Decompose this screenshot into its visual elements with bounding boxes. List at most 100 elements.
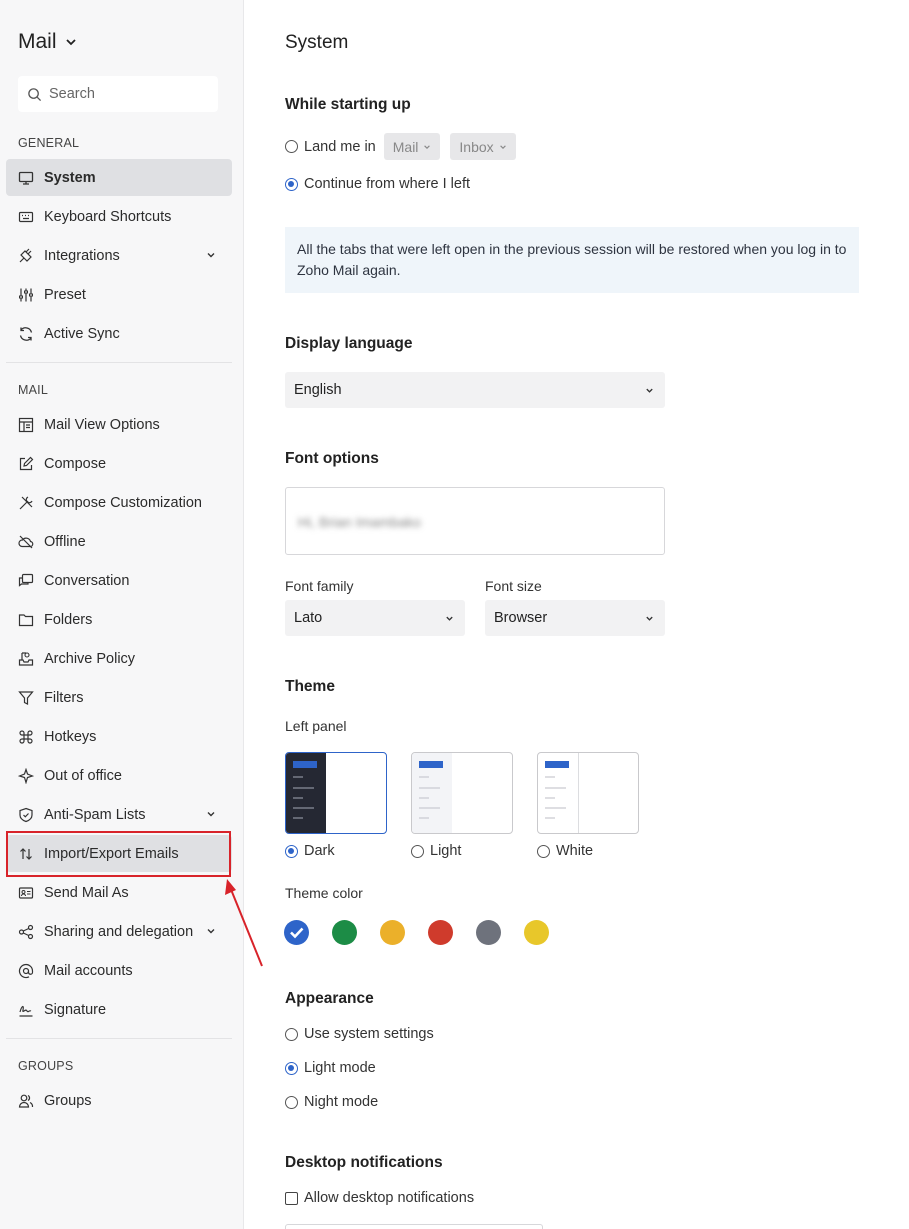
panel-option-light[interactable]: Light xyxy=(411,843,461,859)
sidebar-item-send-mail-as[interactable]: Send Mail As xyxy=(6,874,232,911)
search-input[interactable]: Search xyxy=(18,76,218,112)
light-label: Light xyxy=(430,843,462,859)
sidebar-item-mail-accounts[interactable]: Mail accounts xyxy=(6,952,232,989)
land-me-in-radio[interactable] xyxy=(285,140,298,153)
sidebar-item-label: Mail View Options xyxy=(44,416,160,433)
sidebar-item-sharing-and-delegation[interactable]: Sharing and delegation xyxy=(6,913,232,950)
sidebar-item-label: Keyboard Shortcuts xyxy=(44,208,172,225)
contact-card-icon xyxy=(18,885,34,901)
sidebar-item-integrations[interactable]: Integrations xyxy=(6,237,232,274)
light-mode-radio[interactable] xyxy=(285,1061,298,1075)
theme-color-swatch-green[interactable] xyxy=(332,920,357,945)
theme-color-swatch-orange[interactable] xyxy=(380,920,405,945)
panel-thumb-light[interactable] xyxy=(411,752,513,834)
white-label: White xyxy=(556,843,594,859)
sidebar-item-label: Folders xyxy=(44,611,93,628)
app-switcher[interactable]: Mail xyxy=(18,30,77,54)
sidebar-item-active-sync[interactable]: Active Sync xyxy=(6,315,232,352)
font-size-select[interactable]: Browser xyxy=(485,600,665,636)
appearance-option-night[interactable]: Night mode xyxy=(285,1094,378,1110)
chevron-down-icon[interactable] xyxy=(206,926,216,936)
sidebar-item-keyboard-shortcuts[interactable]: Keyboard Shortcuts xyxy=(6,198,232,235)
sidebar-item-offline[interactable]: Offline xyxy=(6,523,232,560)
sidebar-item-filters[interactable]: Filters xyxy=(6,679,232,716)
keyboard-icon xyxy=(18,209,34,225)
sidebar-item-label: Send Mail As xyxy=(44,884,129,901)
startup-option-land[interactable]: Land me in Mail Inbox xyxy=(285,133,516,160)
dark-radio[interactable] xyxy=(285,844,298,858)
allow-notifications-checkbox[interactable] xyxy=(285,1191,298,1205)
plug-icon xyxy=(18,248,34,264)
sidebar-item-label: Out of office xyxy=(44,767,122,784)
theme-color-swatch-red[interactable] xyxy=(428,920,453,945)
sync-icon xyxy=(18,326,34,342)
theme-heading: Theme xyxy=(285,678,335,695)
night-mode-radio[interactable] xyxy=(285,1095,298,1109)
light-mode-label: Light mode xyxy=(304,1060,376,1076)
notification-sound-select[interactable] xyxy=(285,1224,543,1229)
sidebar-item-folders[interactable]: Folders xyxy=(6,601,232,638)
light-radio[interactable] xyxy=(411,844,424,858)
sidebar-item-label: Compose xyxy=(44,455,107,472)
chevron-down-icon xyxy=(424,144,431,149)
search-icon xyxy=(28,87,42,101)
sidebar-item-anti-spam-lists[interactable]: Anti-Spam Lists xyxy=(6,796,232,833)
font-family-label: Font family xyxy=(285,578,354,594)
layout-icon xyxy=(18,417,34,433)
sidebar-item-out-of-office[interactable]: Out of office xyxy=(6,757,232,794)
light-panel-preview xyxy=(412,753,452,833)
sidebar-item-signature[interactable]: Signature xyxy=(6,991,232,1028)
sidebar-item-groups[interactable]: Groups xyxy=(6,1082,232,1119)
sidebar-item-conversation[interactable]: Conversation xyxy=(6,562,232,599)
land-folder-select[interactable]: Inbox xyxy=(450,133,516,160)
theme-color-swatch-gray[interactable] xyxy=(476,920,501,945)
panel-option-white[interactable]: White xyxy=(537,843,593,859)
theme-color-label: Theme color xyxy=(285,885,363,901)
sidebar-item-archive-policy[interactable]: Archive Policy xyxy=(6,640,232,677)
sidebar-item-label: Integrations xyxy=(44,247,120,264)
shield-icon xyxy=(18,807,34,823)
sidebar-item-system[interactable]: System xyxy=(6,159,232,196)
display-language-heading: Display language xyxy=(285,335,413,352)
monitor-icon xyxy=(18,170,34,186)
font-size-label: Font size xyxy=(485,578,542,594)
panel-thumb-dark[interactable] xyxy=(285,752,387,834)
appearance-option-system[interactable]: Use system settings xyxy=(285,1026,434,1042)
chevron-down-icon[interactable] xyxy=(206,250,216,260)
language-select[interactable]: English xyxy=(285,372,665,408)
dark-panel-preview xyxy=(286,753,326,833)
theme-color-swatch-blue[interactable] xyxy=(284,920,309,945)
appearance-option-light[interactable]: Light mode xyxy=(285,1060,376,1076)
sidebar-item-compose[interactable]: Compose xyxy=(6,445,232,482)
sidebar-item-compose-customization[interactable]: Compose Customization xyxy=(6,484,232,521)
desktop-notifications-option[interactable]: Allow desktop notifications xyxy=(285,1190,474,1206)
continue-label: Continue from where I left xyxy=(304,176,471,192)
sidebar-item-preset[interactable]: Preset xyxy=(6,276,232,313)
sidebar-item-label: Groups xyxy=(44,1092,92,1109)
land-app-select[interactable]: Mail xyxy=(383,133,441,160)
chevron-down-icon[interactable] xyxy=(206,809,216,819)
chevron-down-icon xyxy=(499,144,506,149)
sidebar-item-mail-view-options[interactable]: Mail View Options xyxy=(6,406,232,443)
edit-icon xyxy=(18,456,34,472)
startup-option-continue[interactable]: Continue from where I left xyxy=(285,176,470,192)
chevron-down-icon xyxy=(646,616,653,621)
share-icon xyxy=(18,924,34,940)
sidebar-item-label: Anti-Spam Lists xyxy=(44,806,146,823)
continue-radio[interactable] xyxy=(285,177,298,191)
panel-thumb-white[interactable] xyxy=(537,752,639,834)
system-settings-label: Use system settings xyxy=(304,1026,434,1042)
sidebar-item-hotkeys[interactable]: Hotkeys xyxy=(6,718,232,755)
users-icon xyxy=(18,1093,34,1109)
settings-sidebar: Mail Search GENERAL System Keyboard Shor… xyxy=(0,0,244,1229)
theme-color-swatch-yellow[interactable] xyxy=(524,920,549,945)
archive-icon xyxy=(18,651,34,667)
land-app-value: Mail xyxy=(392,138,419,155)
allow-notifications-label: Allow desktop notifications xyxy=(304,1190,475,1206)
appearance-heading: Appearance xyxy=(285,990,374,1007)
system-settings-radio[interactable] xyxy=(285,1027,298,1041)
folder-icon xyxy=(18,612,34,628)
panel-option-dark[interactable]: Dark xyxy=(285,843,335,859)
white-radio[interactable] xyxy=(537,844,550,858)
font-family-select[interactable]: Lato xyxy=(285,600,465,636)
